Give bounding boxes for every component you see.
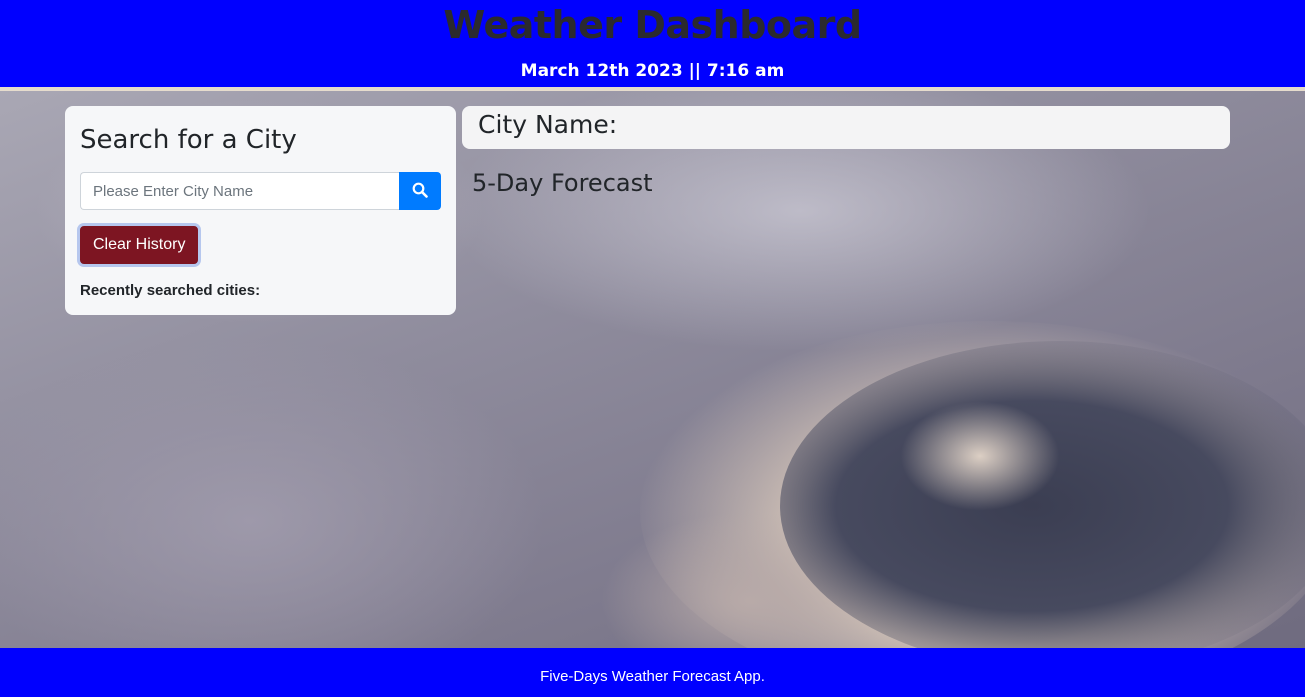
footer-text: Five-Days Weather Forecast App.: [540, 668, 765, 685]
page-footer: Five-Days Weather Forecast App.: [0, 648, 1305, 697]
forecast-title: 5-Day Forecast: [472, 169, 653, 197]
search-button[interactable]: [399, 172, 441, 210]
clear-history-button[interactable]: Clear History: [80, 226, 199, 264]
search-heading: Search for a City: [80, 125, 297, 155]
page-title: Weather Dashboard: [443, 3, 862, 47]
search-icon: [412, 182, 428, 201]
recent-cities-label: Recently searched cities:: [80, 282, 261, 299]
city-name-label: City Name:: [478, 110, 618, 139]
city-search-input[interactable]: [80, 172, 399, 210]
cloud-highlight-shape: [900, 401, 1060, 511]
search-panel: Search for a City Clear History Recently…: [65, 106, 456, 315]
city-name-bar: City Name:: [462, 106, 1230, 149]
current-datetime: March 12th 2023 || 7:16 am: [520, 61, 785, 81]
page-header: Weather Dashboard March 12th 2023 || 7:1…: [0, 0, 1305, 87]
search-input-group: [80, 172, 441, 210]
